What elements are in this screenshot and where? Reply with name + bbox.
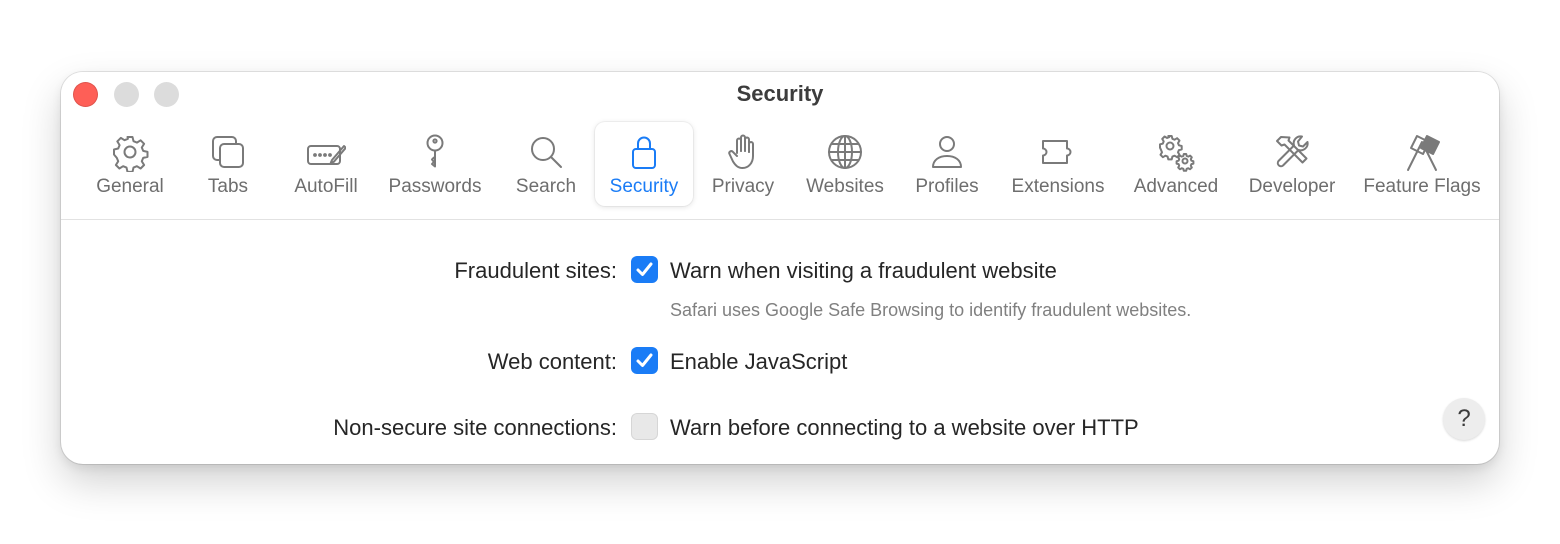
tab-label: Search xyxy=(515,176,577,197)
warn-http-option[interactable]: Warn before connecting to a website over… xyxy=(670,415,1139,441)
checkmark-icon xyxy=(636,353,653,367)
fraudulent-sites-hint: Safari uses Google Safe Browsing to iden… xyxy=(670,300,1192,320)
titlebar: Security General Tabs AutoFill Passwords… xyxy=(61,72,1499,220)
tab-label: Advanced xyxy=(1133,176,1219,197)
checkmark-icon xyxy=(636,262,653,276)
preferences-toolbar: General Tabs AutoFill Passwords Search S… xyxy=(61,122,1499,208)
gears-icon xyxy=(1154,130,1198,174)
security-settings: Fraudulent sites: Warn when visiting a f… xyxy=(61,220,1499,464)
puzzle-icon xyxy=(1036,130,1080,174)
tab-label: Profiles xyxy=(915,176,979,197)
globe-icon xyxy=(823,130,867,174)
autofill-icon xyxy=(304,130,348,174)
tab-label: Websites xyxy=(806,176,884,197)
tab-passwords[interactable]: Passwords xyxy=(381,122,489,206)
tab-general[interactable]: General xyxy=(85,122,175,206)
gear-icon xyxy=(108,130,152,174)
tab-label: Developer xyxy=(1248,176,1336,197)
tab-label: AutoFill xyxy=(294,176,358,197)
tab-advanced[interactable]: Advanced xyxy=(1125,122,1227,206)
tab-label: Security xyxy=(609,176,679,197)
tab-label: Feature Flags xyxy=(1363,176,1481,197)
help-button[interactable]: ? xyxy=(1443,398,1485,440)
tab-label: General xyxy=(96,176,164,197)
tab-websites[interactable]: Websites xyxy=(796,122,894,206)
tab-extensions[interactable]: Extensions xyxy=(1002,122,1114,206)
person-icon xyxy=(925,130,969,174)
hand-icon xyxy=(721,130,765,174)
tabs-icon xyxy=(206,130,250,174)
tab-security[interactable]: Security xyxy=(595,122,693,206)
tab-label: Tabs xyxy=(207,176,249,197)
enable-javascript-option[interactable]: Enable JavaScript xyxy=(670,349,847,375)
fraudulent-sites-option[interactable]: Warn when visiting a fraudulent website xyxy=(670,258,1057,284)
tab-profiles[interactable]: Profiles xyxy=(906,122,988,206)
tab-privacy[interactable]: Privacy xyxy=(698,122,788,206)
flags-icon xyxy=(1400,130,1444,174)
window-title: Security xyxy=(736,81,824,106)
lock-icon xyxy=(622,130,666,174)
web-content-label: Web content: xyxy=(487,349,617,374)
tab-search[interactable]: Search xyxy=(504,122,588,206)
preferences-window: Security General Tabs AutoFill Passwords… xyxy=(61,72,1499,464)
warn-http-checkbox[interactable] xyxy=(631,413,658,440)
tab-label: Passwords xyxy=(388,176,482,197)
non-secure-connections-label: Non-secure site connections: xyxy=(333,415,617,440)
tools-icon xyxy=(1270,130,1314,174)
tab-developer[interactable]: Developer xyxy=(1241,122,1343,206)
tab-autofill[interactable]: AutoFill xyxy=(283,122,369,206)
tab-feature-flags[interactable]: Feature Flags xyxy=(1355,122,1489,206)
magnifier-icon xyxy=(524,130,568,174)
tab-label: Privacy xyxy=(711,176,775,197)
tab-label: Extensions xyxy=(1011,176,1105,197)
fraudulent-sites-label: Fraudulent sites: xyxy=(454,258,617,283)
key-icon xyxy=(413,130,457,174)
enable-javascript-checkbox[interactable] xyxy=(631,347,658,374)
tab-tabs[interactable]: Tabs xyxy=(188,122,268,206)
fraudulent-sites-checkbox[interactable] xyxy=(631,256,658,283)
